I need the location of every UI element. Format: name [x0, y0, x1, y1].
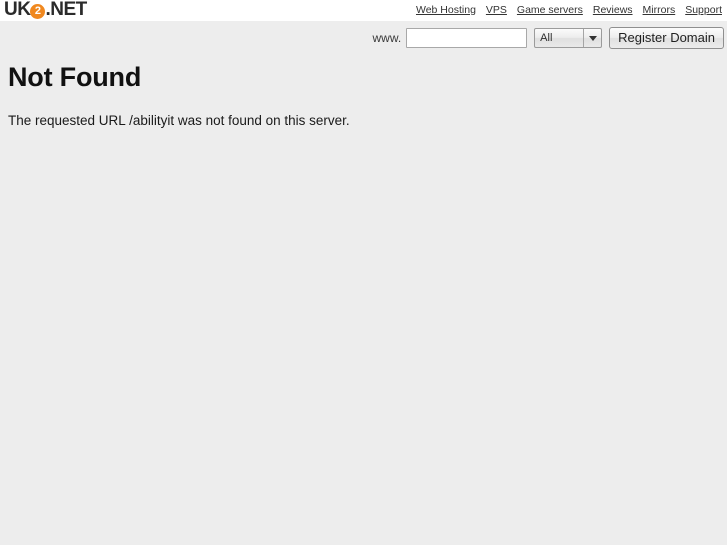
- header-band: UK 2 .NET Web Hosting VPS Game servers R…: [0, 0, 727, 21]
- nav-link-vps[interactable]: VPS: [486, 4, 507, 17]
- nav-link-game-servers[interactable]: Game servers: [517, 4, 583, 17]
- page-title: Not Found: [8, 62, 142, 92]
- logo-badge-icon: 2: [30, 3, 46, 19]
- error-message: The requested URL /abilityit was not fou…: [8, 113, 350, 128]
- site-logo[interactable]: UK 2 .NET: [4, 0, 87, 20]
- nav-link-support[interactable]: Support: [685, 4, 722, 17]
- nav-link-reviews[interactable]: Reviews: [593, 4, 633, 17]
- nav-link-web-hosting[interactable]: Web Hosting: [416, 4, 476, 17]
- logo-prefix: UK: [4, 0, 31, 20]
- top-navigation: Web Hosting VPS Game servers Reviews Mir…: [416, 3, 722, 18]
- main-content: Not Found The requested URL /abilityit w…: [8, 21, 727, 130]
- nav-link-mirrors[interactable]: Mirrors: [643, 4, 676, 17]
- logo-suffix: .NET: [45, 0, 87, 20]
